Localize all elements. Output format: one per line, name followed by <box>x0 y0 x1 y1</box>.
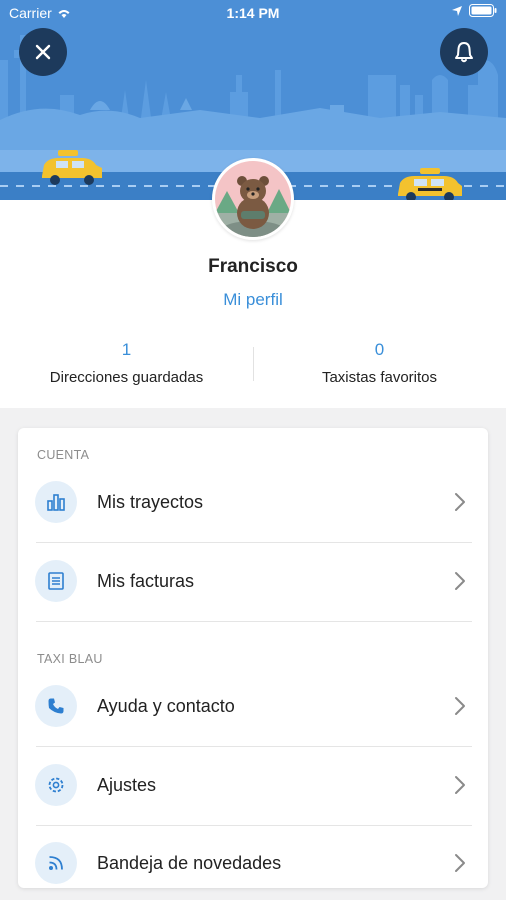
favorite-drivers-count: 0 <box>374 340 385 359</box>
menu-item-mis-facturas[interactable]: Mis facturas <box>18 543 488 621</box>
chevron-right-icon <box>455 776 465 794</box>
phone-icon <box>48 698 64 714</box>
saved-addresses-stat[interactable]: 1 Direcciones guardadas <box>0 340 253 386</box>
avatar[interactable] <box>212 158 294 240</box>
menu-icon-wrap <box>35 764 77 806</box>
menu-item-bandeja-de-novedades[interactable]: Bandeja de novedades <box>18 825 488 888</box>
menu-label: Bandeja de novedades <box>97 853 282 873</box>
bar-chart-icon <box>47 494 65 511</box>
section-title-cuenta: CUENTA <box>37 448 90 462</box>
user-name: Francisco <box>208 256 298 277</box>
status-time: 1:14 PM <box>226 5 280 21</box>
status-bar: Carrier 1:14 PM <box>0 0 506 28</box>
menu-item-mis-trayectos[interactable]: Mis trayectos <box>18 464 488 542</box>
menu-icon-wrap <box>35 685 77 727</box>
favorite-drivers-label: Taxistas favoritos <box>321 369 438 386</box>
notifications-button[interactable] <box>440 28 488 76</box>
menu-icon-wrap <box>35 842 77 884</box>
menu-item-ayuda-y-contacto[interactable]: Ayuda y contacto <box>18 668 488 746</box>
chevron-right-icon <box>455 854 465 872</box>
chevron-right-icon <box>455 697 465 715</box>
saved-addresses-count: 1 <box>121 340 132 359</box>
avatar-image <box>215 161 291 237</box>
rss-icon <box>49 856 63 870</box>
bell-icon <box>455 42 473 63</box>
menu-label: Mis facturas <box>97 571 195 591</box>
favorite-drivers-stat[interactable]: 0 Taxistas favoritos <box>253 340 506 386</box>
menu-item-ajustes[interactable]: Ajustes <box>18 747 488 825</box>
saved-addresses-label: Direcciones guardadas <box>49 369 204 386</box>
close-button[interactable] <box>19 28 67 76</box>
bear-avatar-illustration <box>215 161 291 237</box>
status-right-group <box>451 4 497 17</box>
menu-label: Ajustes <box>97 775 157 795</box>
battery-icon <box>469 4 497 17</box>
close-icon <box>35 44 51 60</box>
chevron-right-icon <box>455 493 465 511</box>
section-title-taxi-blau: TAXI BLAU <box>37 652 103 666</box>
menu-card: CUENTA Mis trayectos Mis facturas TAXI B… <box>18 428 488 888</box>
menu-icon-wrap <box>35 560 77 602</box>
location-arrow-icon <box>452 5 462 16</box>
menu-icon-wrap <box>35 481 77 523</box>
chevron-right-icon <box>455 572 465 590</box>
menu-label: Mis trayectos <box>97 492 204 512</box>
menu-label: Ayuda y contacto <box>97 696 235 716</box>
my-profile-link[interactable]: Mi perfil <box>0 290 506 310</box>
menu-divider <box>36 621 472 622</box>
gear-icon <box>48 777 64 793</box>
receipt-icon <box>48 572 64 590</box>
